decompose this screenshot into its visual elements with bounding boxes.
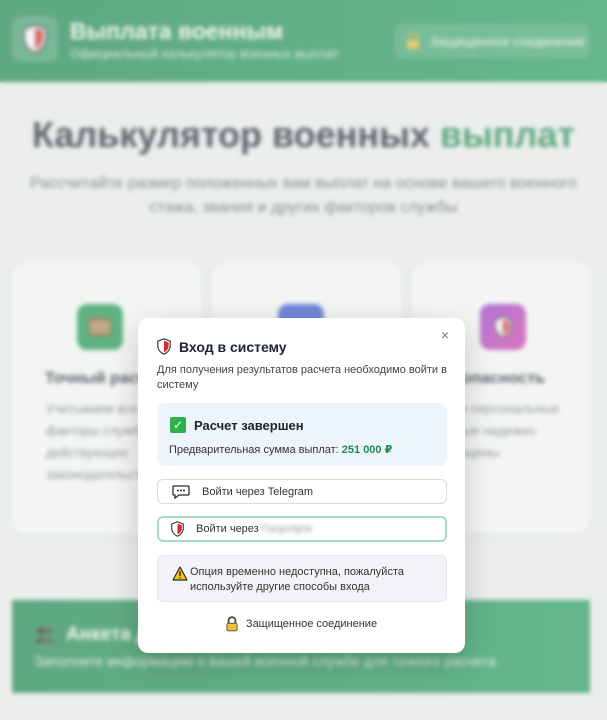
chat-bubble-icon [172,484,190,499]
warning-icon [172,566,188,581]
telegram-login-label: Войти через Telegram [202,485,314,498]
other-login-label: Войти через [196,523,259,535]
other-login-provider: Госуслуги [261,523,312,535]
result-sum-label: Предварительная сумма выплат: [169,444,342,456]
modal-footer: Защищенное соединение [138,616,465,632]
modal-footer-label: Защищенное соединение [245,618,378,630]
login-modal: × Вход в систему Для получения результат… [138,318,465,653]
result-sum: Предварительная сумма выплат: 251 000 ₽ [169,443,392,456]
lock-icon [226,616,238,632]
shield-icon [171,521,184,537]
check-icon: ✓ [170,417,186,433]
unavailable-notice: Опция временно недоступна, пожалуйста ис… [157,555,447,602]
telegram-login-button[interactable]: Войти через Telegram [157,479,447,504]
shield-icon [157,338,171,355]
result-title-row: ✓ Расчет завершен [170,417,304,433]
result-title: Расчет завершен [194,417,304,433]
modal-description: Для получения результатов расчета необхо… [157,364,447,391]
modal-title-row: Вход в систему [157,338,287,355]
result-sum-value: 251 000 ₽ [341,444,393,456]
close-icon[interactable]: × [437,327,453,343]
other-login-button[interactable]: Войти через Госуслуги [157,516,447,542]
unavailable-notice-text: Опция временно недоступна, пожалуйста ис… [190,566,404,593]
modal-title: Вход в систему [179,338,287,355]
result-panel: ✓ Расчет завершен Предварительная сумма … [157,403,447,466]
